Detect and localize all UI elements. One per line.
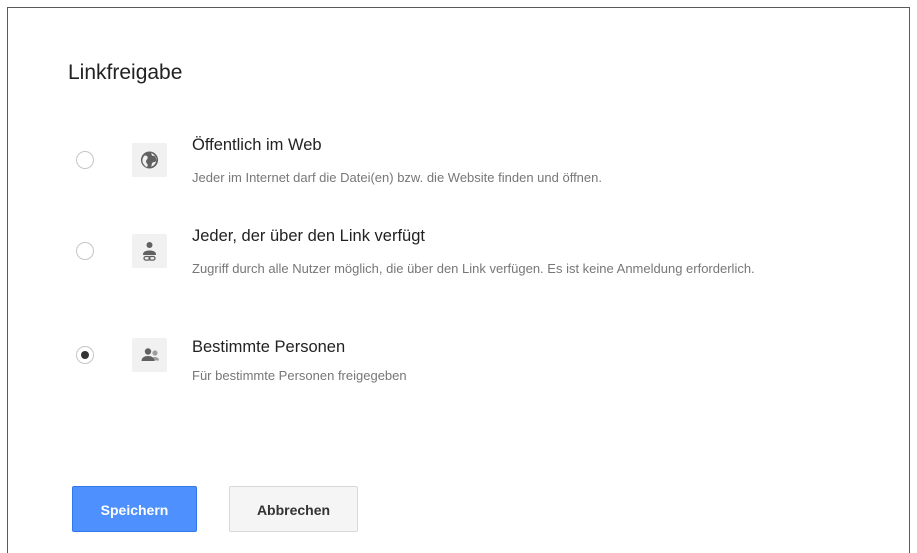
option-description: Zugriff durch alle Nutzer möglich, die ü… <box>192 261 755 276</box>
option-description: Jeder im Internet darf die Datei(en) bzw… <box>192 170 602 185</box>
dialog-title: Linkfreigabe <box>68 61 183 84</box>
option-label: Öffentlich im Web <box>192 136 322 154</box>
save-button[interactable]: Speichern <box>72 486 197 532</box>
option-description: Für bestimmte Personen freigegeben <box>192 368 407 383</box>
radio-public-web[interactable] <box>76 151 94 169</box>
people-icon <box>132 338 167 372</box>
radio-specific-people[interactable] <box>76 346 94 364</box>
option-label: Bestimmte Personen <box>192 338 346 356</box>
cancel-button[interactable]: Abbrechen <box>229 486 358 532</box>
link-sharing-dialog: Linkfreigabe Öffentlich im Web Jeder im … <box>7 7 910 553</box>
globe-icon <box>132 143 167 177</box>
person-link-icon <box>132 234 167 268</box>
radio-anyone-with-link[interactable] <box>76 242 94 260</box>
option-label: Jeder, der über den Link verfügt <box>192 227 425 245</box>
